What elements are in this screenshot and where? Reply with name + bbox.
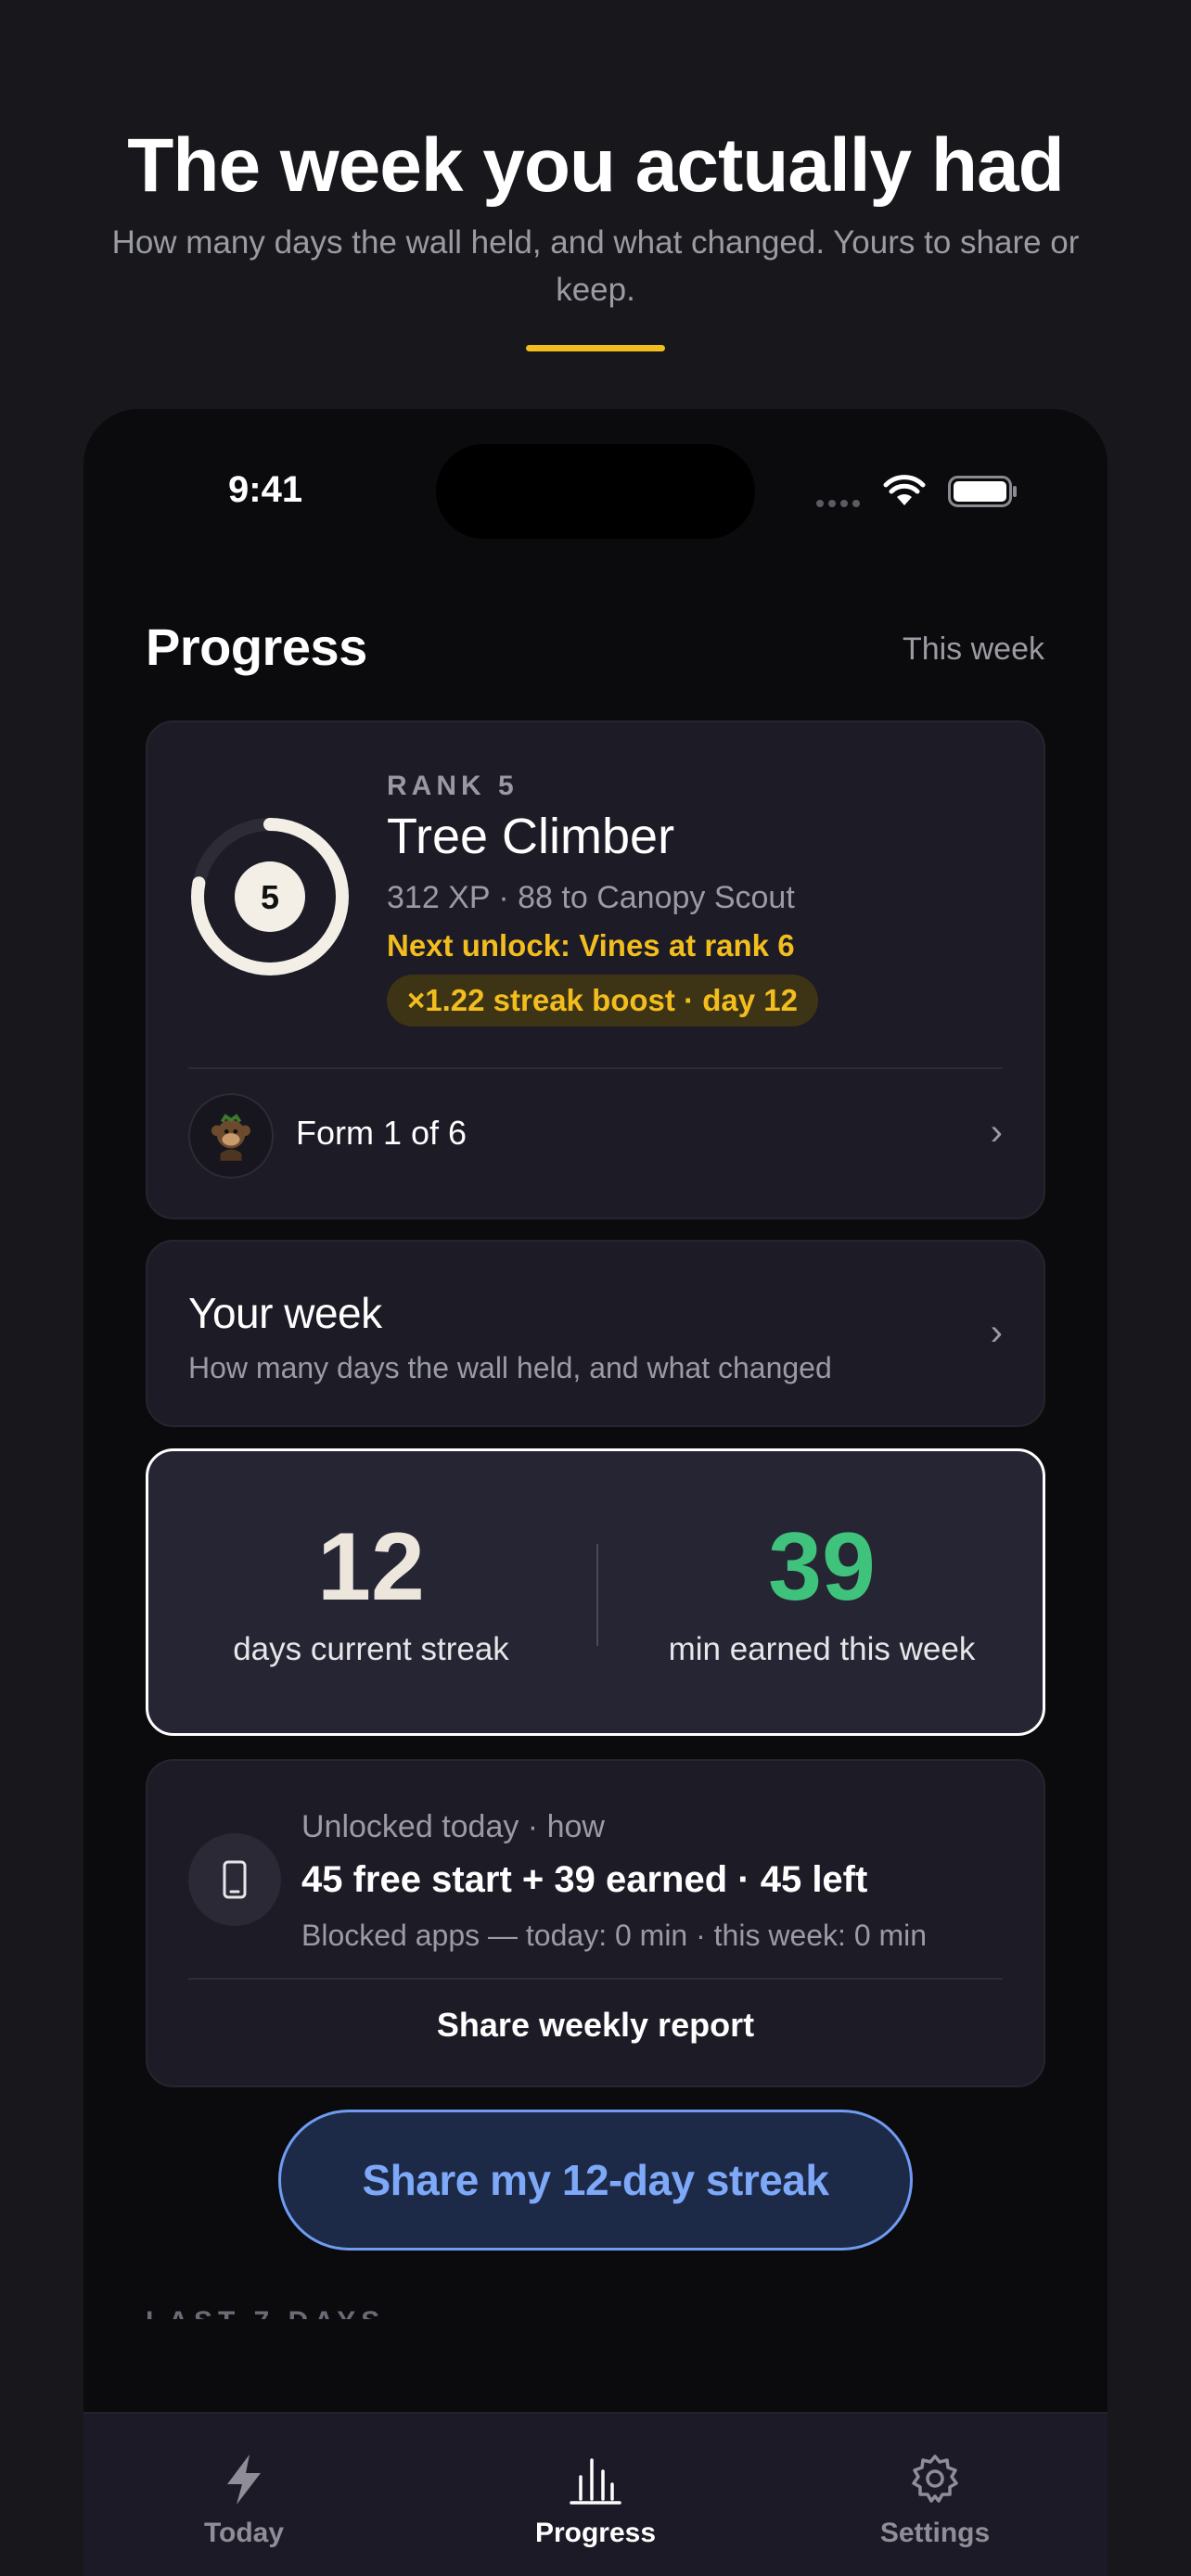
rank-progress-ring: 5 — [191, 818, 349, 976]
week-title: Your week — [188, 1289, 382, 1337]
share-streak-button[interactable]: Share my 12-day streak — [278, 2110, 913, 2251]
lightning-icon — [227, 2455, 261, 2505]
rank-name: Tree Climber — [387, 809, 675, 864]
unlocked-today-card: Unlocked today · how 45 free start + 39 … — [146, 1759, 1045, 2087]
rank-xp: 312 XP · 88 to Canopy Scout — [387, 880, 795, 915]
rank-card: 5 RANK 5 Tree Climber 312 XP · 88 to Can… — [146, 721, 1045, 1219]
battery-icon — [948, 476, 1017, 507]
tab-settings[interactable]: Settings — [796, 2453, 1074, 2549]
divider — [596, 1544, 598, 1646]
share-weekly-report-button[interactable]: Share weekly report — [147, 2006, 1044, 2045]
streak-value: 12 — [317, 1513, 425, 1621]
chevron-right-icon: › — [990, 1112, 1003, 1153]
form-label: Form 1 of 6 — [296, 1114, 467, 1152]
hero-underline — [526, 345, 665, 351]
rank-label: RANK 5 — [387, 771, 519, 801]
streak-boost-badge: ×1.22 streak boost · day 12 — [387, 975, 818, 1027]
gear-icon — [912, 2455, 958, 2503]
phone-icon — [188, 1833, 281, 1926]
period-selector[interactable]: This week — [903, 631, 1044, 668]
streak-stat: 12 days current streak — [148, 1516, 594, 1668]
tab-progress[interactable]: Progress — [456, 2453, 735, 2549]
hero-title: The week you actually had — [127, 123, 1064, 208]
rank-number: 5 — [261, 878, 279, 916]
phone-screen: 9:41 Progress This week 5 RANK 5 Tree Cl… — [83, 409, 1108, 2576]
form-row[interactable]: Form 1 of 6 › — [188, 1091, 1003, 1180]
tab-bar: Today Progress Settings — [83, 2412, 1108, 2576]
divider — [188, 1978, 1003, 1980]
blocked-apps-summary: Blocked apps — today: 0 min · this week:… — [301, 1919, 928, 1952]
dynamic-island — [436, 444, 755, 539]
chevron-right-icon: › — [990, 1312, 1003, 1353]
section-label: LAST 7 DAYS — [146, 2306, 385, 2319]
tab-label: Today — [203, 2518, 285, 2548]
tab-today[interactable]: Today — [105, 2453, 383, 2549]
stats-card: 12 days current streak 39 min earned thi… — [146, 1448, 1045, 1736]
unlock-summary: 45 free start + 39 earned · 45 left — [301, 1859, 868, 1900]
bar-chart-icon — [570, 2458, 621, 2505]
divider — [188, 1067, 1003, 1069]
cellular-signal-icon — [816, 500, 860, 507]
unlock-label[interactable]: Unlocked today · how — [301, 1809, 605, 1845]
section-header-peek: LAST 7 DAYS — [146, 2306, 517, 2319]
earned-stat: 39 min earned this week — [599, 1516, 1044, 1668]
next-unlock: Next unlock: Vines at rank 6 — [387, 928, 795, 963]
page-title: Progress — [146, 618, 367, 676]
monkey-avatar-icon — [188, 1093, 274, 1179]
streak-caption: days current streak — [233, 1631, 509, 1667]
wifi-icon — [883, 475, 926, 505]
your-week-card[interactable]: Your week How many days the wall held, a… — [146, 1240, 1045, 1427]
hero-subtitle: How many days the wall held, and what ch… — [111, 224, 1080, 308]
tab-label: Settings — [879, 2518, 991, 2548]
week-subtitle: How many days the wall held, and what ch… — [188, 1351, 832, 1384]
status-time: 9:41 — [228, 469, 303, 510]
earned-value: 39 — [768, 1513, 876, 1621]
earned-caption: min earned this week — [668, 1631, 976, 1667]
tab-label: Progress — [534, 2518, 657, 2548]
